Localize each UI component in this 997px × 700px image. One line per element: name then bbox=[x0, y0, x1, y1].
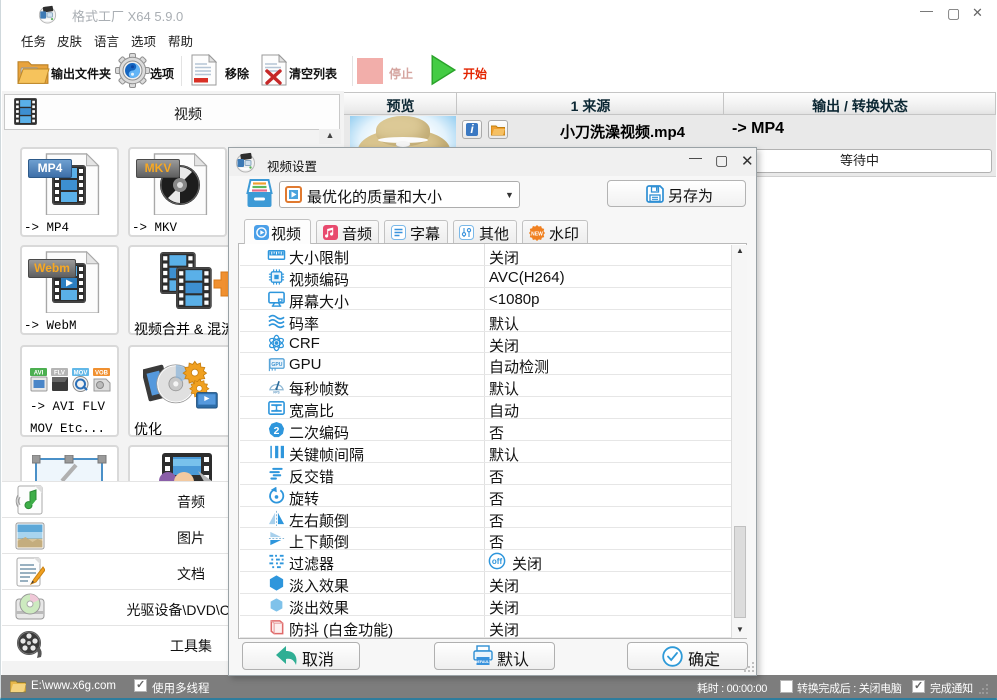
svg-text:VOB: VOB bbox=[95, 371, 109, 377]
svg-text:FLV: FLV bbox=[54, 371, 65, 377]
svg-text:NEW: NEW bbox=[531, 232, 543, 238]
svg-text:FPS: FPS bbox=[273, 391, 280, 395]
svg-text:DEFAULT: DEFAULT bbox=[475, 660, 492, 664]
svg-text:off: off bbox=[492, 557, 503, 566]
svg-text:AVI: AVI bbox=[34, 371, 44, 377]
svg-text:MOV: MOV bbox=[74, 371, 88, 377]
svg-text:2: 2 bbox=[274, 426, 280, 437]
svg-text:GPU: GPU bbox=[271, 362, 282, 368]
